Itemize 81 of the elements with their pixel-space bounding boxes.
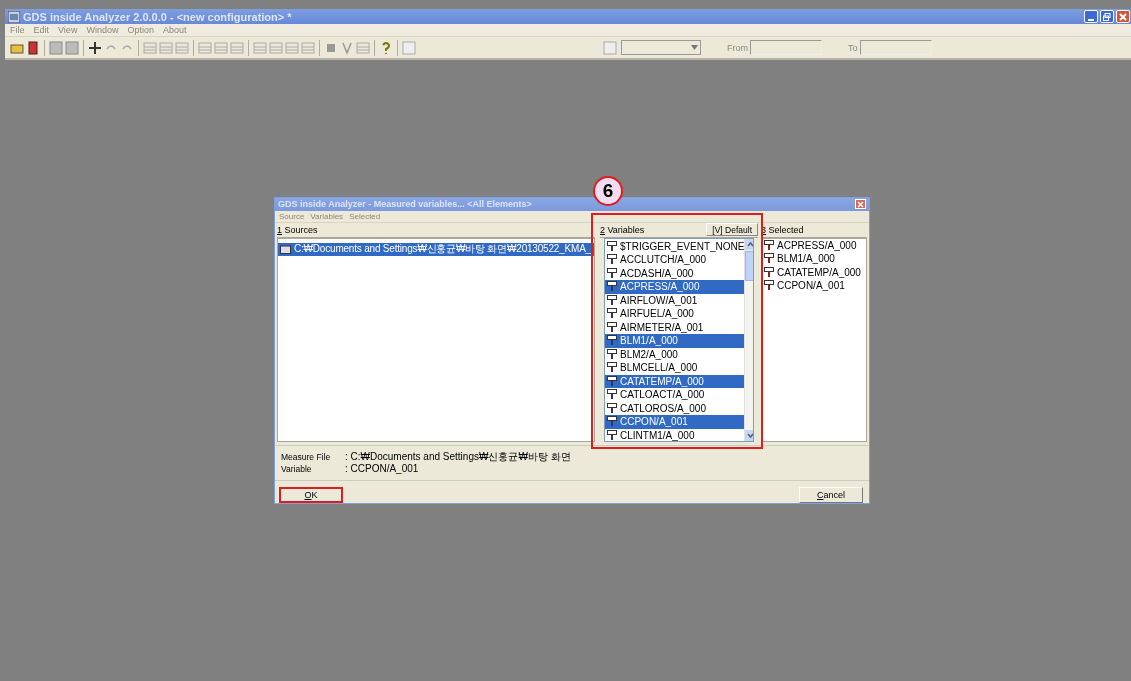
scrollbar-thumb[interactable] [745,250,753,281]
dropdown-field[interactable] [621,40,701,55]
door-icon[interactable] [26,40,40,55]
signal-icon [764,266,774,278]
folder-icon [280,244,291,255]
lines-icon[interactable] [269,40,283,55]
variable-item[interactable]: CATATEMP/A_000 [605,374,745,389]
variable-item[interactable]: AIRMETER/A_001 [605,320,745,335]
variable-item[interactable]: ACDASH/A_000 [605,266,745,281]
chosen-variable-item[interactable]: CCPON/A_001 [762,279,866,293]
signal-icon [607,389,617,401]
signal-icon [607,308,617,320]
from-field[interactable] [750,40,822,55]
variable-item[interactable]: CATLOACT/A_000 [605,388,745,402]
signal-icon [764,253,774,265]
list-icon[interactable] [285,40,299,55]
variable-item[interactable]: $TRIGGER_EVENT_NONE [605,239,745,254]
caret-icon [691,45,698,50]
info-value: : C:₩Documents and Settings₩신홍균₩바탕 화면 [345,450,571,463]
signal-icon [607,402,617,414]
signal-icon [607,348,617,360]
from-label: From [727,42,748,53]
signal-icon [607,321,617,333]
app-icon [8,10,20,23]
close-button[interactable] [1116,10,1130,23]
move-icon[interactable] [88,40,102,55]
signal-icon [607,254,617,266]
signal-icon [607,335,617,347]
source-item[interactable]: C:₩Documents and Settings₩신홍균₩바탕 화면₩20130522_KMA_ [278,242,594,257]
cancel-button[interactable]: Cancel [799,487,863,503]
signal-icon [607,281,617,293]
to-field[interactable] [859,40,932,55]
info-value: : CCPON/A_001 [345,462,419,475]
variable-item[interactable]: BLM1/A_000 [605,334,745,348]
scrollbar[interactable] [744,238,753,441]
chosen-variable-item[interactable]: BLM1/A_000 [762,252,866,266]
lines-icon[interactable] [214,40,228,55]
variable-item[interactable]: BLM2/A_000 [605,347,745,362]
close-icon [1119,12,1127,21]
signal-icon [607,375,617,387]
default-button[interactable]: [V] Default [706,223,758,237]
info-label: Measure File [281,450,332,463]
signal-icon [607,362,617,374]
lines-icon[interactable] [253,40,267,55]
sources-label: 1 Sources [277,224,318,235]
signal-icon [607,416,617,428]
variable-item[interactable]: ACCLUTCH/A_000 [605,253,745,267]
chosen-variable-item[interactable]: CATATEMP/A_000 [762,265,866,280]
variable-item[interactable]: BLMCELL/A_000 [605,361,745,375]
restore-icon [1103,12,1111,21]
step-number-badge: 6 [593,176,623,206]
minimize-button[interactable] [1084,10,1098,23]
variables-label: 2 Variables [600,224,645,235]
info-label: Variable [281,462,313,475]
close-icon [857,200,864,208]
variable-item[interactable]: CATLOROS/A_000 [605,401,745,416]
v-icon[interactable] [340,40,354,55]
signal-icon [607,267,617,279]
ok-button[interactable]: OK [279,487,343,503]
to-label: To [848,42,858,53]
variable-item[interactable]: CLINTM1/A_000 [605,428,745,441]
signal-icon [764,280,774,292]
minimize-icon [1088,18,1094,21]
variable-item[interactable]: AIRFUEL/A_000 [605,307,745,321]
variable-item[interactable]: CCPON/A_001 [605,415,745,429]
list-icon[interactable] [301,40,315,55]
down-arrow-icon[interactable] [745,429,753,441]
help-icon[interactable] [379,40,393,55]
chosen-variable-item[interactable]: ACPRESS/A_000 [762,238,866,253]
up-arrow-icon[interactable] [745,238,753,250]
close-button[interactable] [855,199,866,210]
grid-icon[interactable] [159,40,173,55]
signal-icon [607,240,617,252]
dialog-title: GDS inside Analyzer - Measured variables... <All Elements> [278,199,532,210]
list-icon[interactable] [175,40,189,55]
window-title: GDS inside Analyzer 2.0.0.0 - <new configuration> * [23,10,292,23]
restore-button[interactable] [1100,10,1114,23]
signal-icon [607,294,617,306]
grid-icon[interactable] [143,40,157,55]
variable-item[interactable]: ACPRESS/A_000 [605,280,745,294]
variable-item[interactable]: AIRFLOW/A_001 [605,293,745,308]
